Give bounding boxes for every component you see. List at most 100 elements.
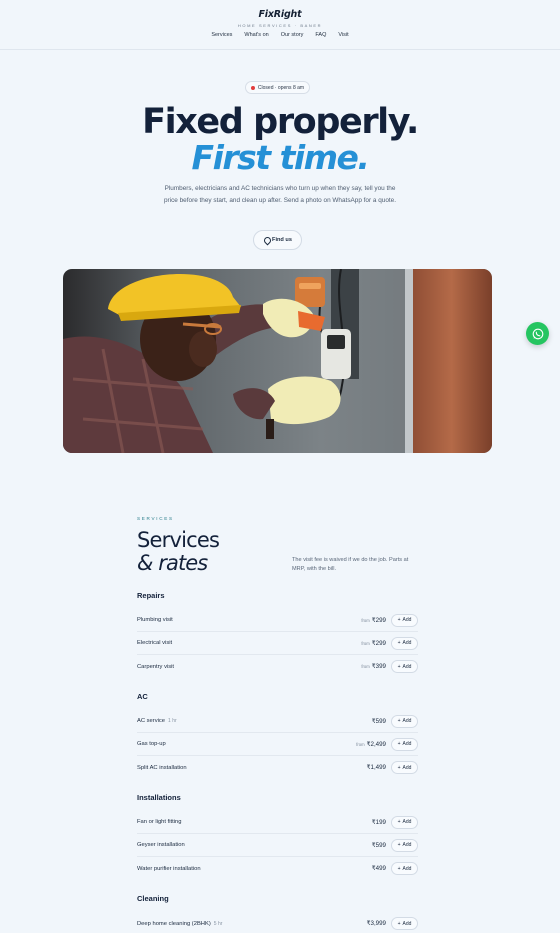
add-button[interactable]: + Add xyxy=(391,714,418,728)
hero-image xyxy=(63,269,492,453)
service-name: Carpentry visit xyxy=(137,664,361,670)
add-button-label: Add xyxy=(402,920,412,927)
status-text: Closed · opens 8 am xyxy=(257,84,305,91)
service-name-text: Geyser installation xyxy=(137,842,185,848)
services-note: The visit fee is waived if we do the job… xyxy=(292,557,409,572)
add-button[interactable]: + Add xyxy=(391,815,418,829)
service-row: Fan or light fitting ₹199 + Add xyxy=(137,811,418,834)
service-group-title: Cleaning xyxy=(137,894,169,903)
add-button-label: Add xyxy=(402,842,412,848)
plus-icon: + xyxy=(397,617,401,623)
service-name-text: Electrical visit xyxy=(137,640,173,646)
nav-visit[interactable]: Visit xyxy=(338,32,348,38)
service-row: Split AC installation ₹1,499 + Add xyxy=(137,756,418,779)
add-button[interactable]: + Add xyxy=(391,737,418,751)
add-button-label: Add xyxy=(402,741,412,747)
service-name-text: Gas top-up xyxy=(137,741,166,747)
technician-illustration xyxy=(63,269,492,453)
service-price: ₹299 xyxy=(371,639,386,647)
whatsapp-icon xyxy=(532,328,543,339)
add-button-label: Add xyxy=(402,865,412,872)
service-group: Repairs Plumbing visit from ₹299 + Add Electri… xyxy=(137,590,418,678)
plus-icon: + xyxy=(397,663,401,670)
logo[interactable]: FixRight xyxy=(0,9,560,20)
service-group: Cleaning Deep home cleaning (2BHK) 5 hr ₹3,… xyxy=(137,893,418,933)
nav-our-story[interactable]: Our story xyxy=(281,32,304,38)
service-row: AC service 1 hr ₹599 + Add xyxy=(137,710,418,733)
price-from-label: from xyxy=(361,617,370,623)
service-price: ₹2,499 xyxy=(366,740,386,748)
add-button[interactable]: + Add xyxy=(391,660,418,673)
services-list: Repairs Plumbing visit from ₹299 + Add Electri… xyxy=(137,590,418,933)
add-button-label: Add xyxy=(402,663,412,670)
add-button[interactable]: + Add xyxy=(391,862,418,875)
plus-icon: + xyxy=(397,764,401,771)
add-button-label: Add xyxy=(402,819,412,825)
plus-icon: + xyxy=(397,819,401,825)
service-price: ₹299 xyxy=(371,616,386,624)
add-button[interactable]: + Add xyxy=(391,613,418,627)
service-price: ₹199 xyxy=(371,818,386,826)
site-header: FixRight HOME SERVICES · BANER Services … xyxy=(0,0,560,50)
find-us-label: Find us xyxy=(272,237,292,243)
service-row: Plumbing visit from ₹299 + Add xyxy=(137,609,418,632)
service-price: ₹599 xyxy=(371,841,386,849)
service-name: AC service 1 hr xyxy=(137,718,372,724)
service-name: Fan or light fitting xyxy=(137,819,372,825)
service-name-text: Fan or light fitting xyxy=(137,819,182,825)
plus-icon: + xyxy=(397,741,401,747)
service-price: ₹3,999 xyxy=(366,920,386,927)
service-price: ₹1,499 xyxy=(366,764,386,771)
nav-whats-on[interactable]: What's on xyxy=(244,32,268,38)
nav-faq[interactable]: FAQ xyxy=(315,32,326,38)
service-duration: 1 hr xyxy=(168,718,177,724)
add-button-label: Add xyxy=(402,764,412,771)
service-price: ₹499 xyxy=(371,865,386,872)
price-from-label: from xyxy=(356,741,365,747)
main-nav: Services What's on Our story FAQ Visit xyxy=(0,32,560,38)
add-button[interactable]: + Add xyxy=(391,636,418,650)
find-us-button[interactable]: Find us xyxy=(253,230,302,250)
service-name-text: Plumbing visit xyxy=(137,617,173,623)
whatsapp-button[interactable] xyxy=(526,322,549,345)
price-from-label: from xyxy=(361,664,370,669)
add-button[interactable]: + Add xyxy=(391,761,418,774)
service-row: Water purifier installation ₹499 + Add xyxy=(137,857,418,880)
service-name: Split AC installation xyxy=(137,765,367,771)
add-button-label: Add xyxy=(402,640,412,646)
service-row: Deep home cleaning (2BHK) 5 hr ₹3,999 + Add xyxy=(137,912,418,933)
add-button[interactable]: + Add xyxy=(391,838,418,852)
service-price: ₹599 xyxy=(371,717,386,725)
service-group-title: Installations xyxy=(137,793,181,802)
add-button-label: Add xyxy=(402,617,412,623)
services-title: Services xyxy=(137,528,220,552)
hero-intro: Plumbers, electricians and AC technician… xyxy=(164,185,396,204)
services-title-accent: & rates xyxy=(137,551,208,575)
nav-services[interactable]: Services xyxy=(211,32,232,38)
plus-icon: + xyxy=(397,640,401,646)
service-name-text: AC service xyxy=(137,718,166,724)
service-group: Installations Fan or light fitting ₹199 + Ad… xyxy=(137,792,418,880)
price-from-label: from xyxy=(361,640,370,646)
service-group-title: Repairs xyxy=(137,591,165,600)
service-price: ₹399 xyxy=(371,663,386,670)
service-name-text: Carpentry visit xyxy=(137,663,175,670)
service-group-title: AC xyxy=(137,692,148,701)
services-eyebrow: SERVICES xyxy=(137,516,174,521)
service-name: Plumbing visit xyxy=(137,617,361,623)
service-name: Geyser installation xyxy=(137,842,372,848)
plus-icon: + xyxy=(397,718,401,724)
service-name-text: Water purifier installation xyxy=(137,865,201,872)
hero-headline: Fixed properly. xyxy=(142,102,419,142)
pin-icon xyxy=(263,237,269,244)
service-name: Deep home cleaning (2BHK) 5 hr xyxy=(137,921,367,927)
plus-icon: + xyxy=(397,842,401,848)
add-button-label: Add xyxy=(402,718,412,724)
add-button[interactable]: + Add xyxy=(391,917,418,930)
service-name: Electrical visit xyxy=(137,640,361,646)
service-name: Gas top-up xyxy=(137,741,356,747)
status-badge: Closed · opens 8 am xyxy=(245,81,310,94)
service-name-text: Split AC installation xyxy=(137,764,187,771)
service-row: Carpentry visit from ₹399 + Add xyxy=(137,655,418,678)
service-name: Water purifier installation xyxy=(137,866,372,872)
